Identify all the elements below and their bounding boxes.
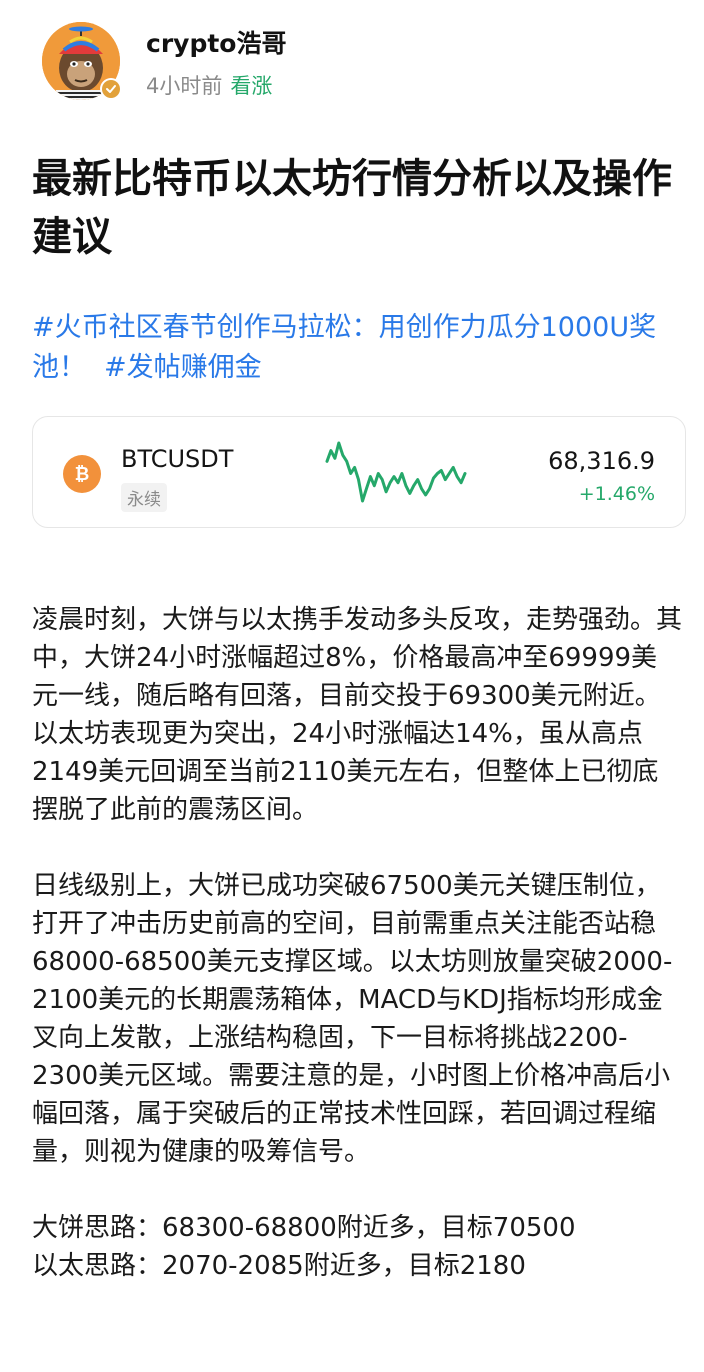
bitcoin-icon: ₿ [63,455,101,493]
ticker-card[interactable]: ₿ BTCUSDT 永续 68,316.9 +1.46% [32,416,686,528]
body-paragraph-2: 日线级别上，大饼已成功突破67500美元关键压制位，打开了冲击历史前高的空间，目… [32,871,673,1167]
svg-text:₿: ₿ [75,464,90,485]
body-paragraph-3: 大饼思路：68300-68800附近多，目标70500 以太思路：2070-20… [32,1213,576,1281]
ticker-symbol: BTCUSDT [121,445,234,473]
post-header: crypto浩哥 4小时前 看涨 [0,0,704,120]
topic-tags: #火币社区春节创作马拉松：用创作力瓜分1000U奖池！ #发帖赚佣金 [32,308,684,388]
ticker-change: +1.46% [578,483,655,505]
post-title: 最新比特币以太坊行情分析以及操作建议 [32,156,672,260]
sentiment-label: 看涨 [230,74,273,98]
post-time: 4小时前 [146,74,223,98]
verified-icon [100,78,122,100]
body-paragraph-1: 凌晨时刻，大饼与以太携手发动多头反攻，走势强劲。其中，大饼24小时涨幅超过8%，… [32,605,683,825]
author-avatar[interactable] [42,22,122,100]
ticker-price: 68,316.9 [548,447,655,475]
post-body: 凌晨时刻，大饼与以太携手发动多头反攻，走势强劲。其中，大饼24小时涨幅超过8%，… [32,601,682,1285]
post-meta: 4小时前 看涨 [146,70,272,100]
author-name[interactable]: crypto浩哥 [146,24,286,60]
contract-type-badge: 永续 [121,483,167,512]
price-sparkline [325,441,467,503]
topic-tag-commission[interactable]: #发帖赚佣金 [104,352,262,383]
